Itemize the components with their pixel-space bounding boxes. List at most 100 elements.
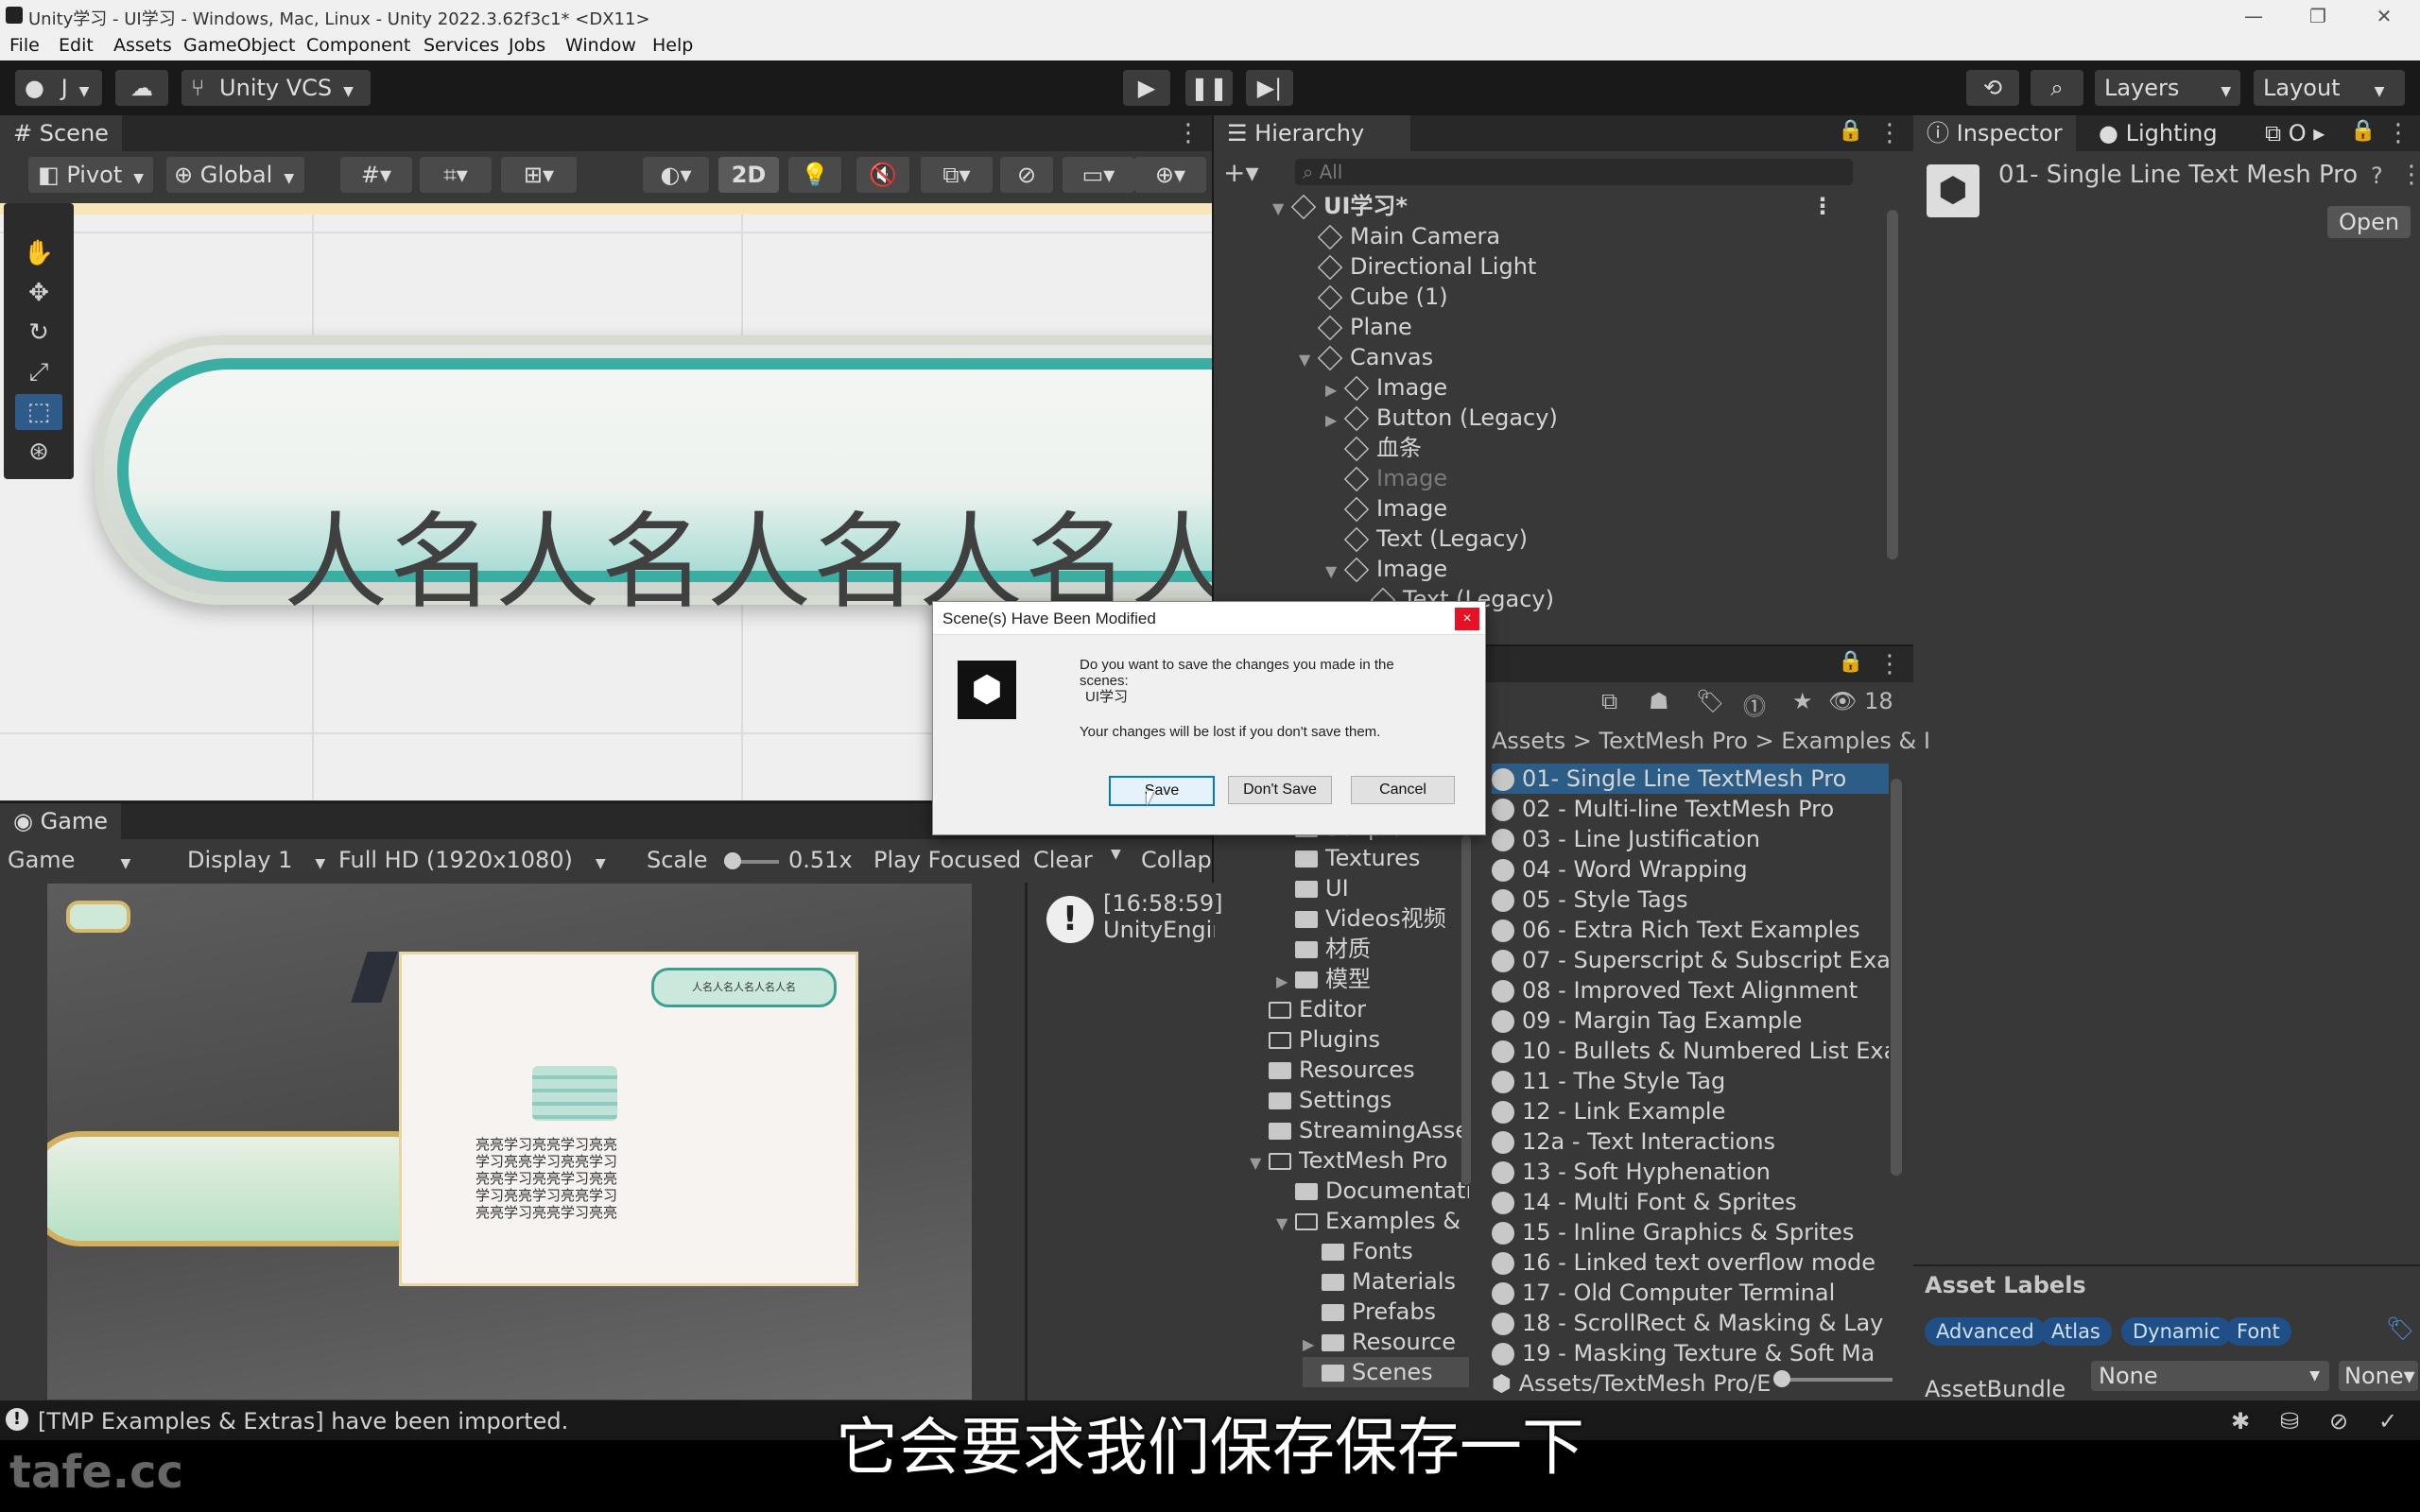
folder-scrollbar[interactable] xyxy=(1461,835,1471,1185)
asset-item[interactable]: 11 - The Style Tag xyxy=(1492,1066,1889,1096)
hierarchy-item[interactable]: Cube (1) xyxy=(1299,282,1448,312)
scene-menu-icon[interactable]: ⋮ xyxy=(1811,191,1834,221)
collapse-button[interactable]: Collap xyxy=(1141,847,1212,873)
breadcrumb-examples[interactable]: Examples & I xyxy=(1781,728,1930,754)
move-tool-icon[interactable]: ✥ xyxy=(15,275,62,311)
layout-dropdown[interactable]: Layout ▼ xyxy=(2254,70,2405,106)
variant-dropdown[interactable]: None▾ xyxy=(2339,1361,2418,1391)
game-mode-dropdown[interactable]: Game ▼ xyxy=(8,847,130,873)
menu-file[interactable]: File xyxy=(9,35,40,56)
help-icon[interactable]: ? xyxy=(2371,163,2383,189)
search-icon[interactable]: ⌕ xyxy=(2031,70,2083,106)
menu-assets[interactable]: Assets xyxy=(113,35,172,56)
maximize-icon[interactable]: ❐ xyxy=(2299,2,2337,30)
expand-arrow-icon[interactable]: ▶ xyxy=(1325,405,1344,436)
increment-snap-icon[interactable]: ⌗▾ xyxy=(420,157,492,193)
clear-dropdown-icon[interactable]: ▼ xyxy=(1111,847,1121,862)
asset-item[interactable]: 19 - Masking Texture & Soft Ma xyxy=(1492,1338,1889,1368)
hierarchy-item[interactable]: ▼ Image xyxy=(1325,554,1447,584)
add-object-icon[interactable]: +▾ xyxy=(1223,157,1270,188)
folder-item[interactable]: Plugins xyxy=(1250,1024,1380,1055)
draw-mode-icon[interactable]: ◐▾ xyxy=(643,157,709,193)
asset-item[interactable]: 10 - Bullets & Numbered List Exa xyxy=(1492,1036,1889,1066)
asset-item[interactable]: 02 - Multi-line TextMesh Pro xyxy=(1492,794,1889,824)
folder-item[interactable]: ▼ Examples & xyxy=(1276,1206,1461,1236)
hierarchy-item[interactable]: Image xyxy=(1325,463,1447,493)
gizmos-icon[interactable]: ⊕▾ xyxy=(1134,157,1206,193)
icon-size-slider[interactable] xyxy=(1779,1378,1893,1382)
expand-arrow-icon[interactable]: ▶ xyxy=(1276,967,1295,997)
pivot-dropdown[interactable]: ◧ Pivot ▼ xyxy=(28,157,153,193)
tab-hierarchy[interactable]: ☰ Hierarchy xyxy=(1214,115,1410,151)
asset-item[interactable]: 14 - Multi Font & Sprites xyxy=(1492,1187,1889,1217)
close-icon[interactable]: ✕ xyxy=(2365,2,2403,30)
expand-arrow-icon[interactable]: ▼ xyxy=(1299,345,1318,375)
visibility-icon[interactable]: 👁 18 xyxy=(1828,688,1893,714)
folder-item[interactable]: Materials xyxy=(1303,1266,1456,1297)
menu-edit[interactable]: Edit xyxy=(59,35,94,56)
log-time[interactable]: [16:58:59] xyxy=(1103,890,1223,917)
asset-item[interactable]: 12 - Link Example xyxy=(1492,1096,1889,1126)
grid-snap-icon[interactable]: #▾ xyxy=(340,157,412,193)
asset-item[interactable]: 12a - Text Interactions xyxy=(1492,1126,1889,1157)
menu-jobs[interactable]: Jobs xyxy=(509,35,545,56)
open-button[interactable]: Open xyxy=(2327,206,2411,238)
folder-item[interactable]: Textures xyxy=(1276,843,1420,873)
tab-inspector[interactable]: ⓘ Inspector xyxy=(1913,115,2076,151)
folder-item[interactable]: UI xyxy=(1276,873,1349,903)
hand-tool-icon[interactable]: ✋ xyxy=(15,235,62,271)
asset-item[interactable]: 04 - Word Wrapping xyxy=(1492,854,1889,885)
tab-other[interactable]: ⧉ O ▸ xyxy=(2259,115,2330,151)
label-chip-dynamic[interactable]: Dynamic xyxy=(2121,1317,2232,1346)
scene-search-icon[interactable]: ⧉ xyxy=(1601,688,1617,714)
dont-save-button[interactable]: Don't Save xyxy=(1228,776,1332,804)
asset-item[interactable]: 06 - Extra Rich Text Examples xyxy=(1492,915,1889,945)
folder-item[interactable]: Resources xyxy=(1250,1055,1415,1085)
hierarchy-item[interactable]: Text (Legacy) xyxy=(1325,524,1528,554)
hierarchy-item[interactable]: ▶ Button (Legacy) xyxy=(1325,403,1558,433)
tab-scene[interactable]: # Scene xyxy=(0,115,122,151)
menu-services[interactable]: Services xyxy=(424,35,499,56)
expand-arrow-icon[interactable]: ▼ xyxy=(1250,1148,1269,1178)
asset-item[interactable]: 17 - Old Computer Terminal xyxy=(1492,1278,1889,1308)
history-icon[interactable]: ⟲ xyxy=(1966,70,2019,106)
scale-tool-icon[interactable]: ⤢ xyxy=(15,354,62,390)
breadcrumb-textmeshpro[interactable]: TextMesh Pro xyxy=(1599,728,1747,754)
menu-help[interactable]: Help xyxy=(652,35,693,56)
menu-gameobject[interactable]: GameObject xyxy=(183,35,295,56)
asset-item[interactable]: 05 - Style Tags xyxy=(1492,885,1889,915)
folder-item[interactable]: Prefabs xyxy=(1303,1297,1436,1327)
clear-button[interactable]: Clear xyxy=(1033,847,1093,873)
folder-item[interactable]: ▶ 模型 xyxy=(1276,964,1371,994)
transform-tool-icon[interactable]: ⊛ xyxy=(15,434,62,470)
warning-filter-icon[interactable]: ⓵ xyxy=(1743,688,1766,721)
hierarchy-scrollbar[interactable] xyxy=(1887,210,1898,559)
cloud-icon[interactable]: ☁ xyxy=(115,70,168,106)
card-name-button[interactable]: 人名人名人名人名人名 xyxy=(651,968,837,1007)
log-message[interactable]: UnityEngin xyxy=(1103,917,1215,943)
audio-icon[interactable]: 🔇 xyxy=(856,157,909,193)
step-icon[interactable]: ▶| xyxy=(1246,70,1293,106)
display-dropdown[interactable]: Display 1 ▼ xyxy=(187,847,325,873)
account-dropdown[interactable]: ● J ▼ xyxy=(15,70,102,106)
tab-game[interactable]: ◉ Game xyxy=(0,803,122,839)
layers-dropdown[interactable]: Layers ▼ xyxy=(2095,70,2240,106)
folder-item[interactable]: Scenes xyxy=(1303,1357,1469,1387)
play-icon[interactable]: ▶ xyxy=(1123,70,1170,106)
hierarchy-menu-icon[interactable]: ⋮ xyxy=(1877,119,1902,147)
scene-menu-icon[interactable]: ⋮ xyxy=(1176,119,1201,147)
hierarchy-item[interactable]: ▼ UI学习* ⋮ xyxy=(1272,191,1834,221)
asset-scrollbar[interactable] xyxy=(1891,779,1902,1176)
rotate-tool-icon[interactable]: ↻ xyxy=(15,315,62,351)
inspector-lock-icon[interactable]: 🔒 xyxy=(2350,119,2376,143)
hidden-objects-icon[interactable]: ⊘ xyxy=(1000,157,1053,193)
folder-item[interactable]: Videos视频 xyxy=(1276,903,1446,934)
game-ui-card[interactable]: 人名人名人名人名人名 亮亮学习亮亮学习亮亮 学习亮亮学习亮亮学习 亮亮学习亮亮学… xyxy=(399,952,858,1286)
asset-menu-icon[interactable]: ⋮ xyxy=(2399,161,2420,189)
rect-tool-icon[interactable]: ⬚ xyxy=(15,394,62,430)
expand-arrow-icon[interactable]: ▶ xyxy=(1303,1330,1322,1360)
pause-icon[interactable]: ❚❚ xyxy=(1185,70,1233,106)
project-menu-icon[interactable]: ⋮ xyxy=(1877,650,1902,679)
vcs-dropdown[interactable]: ⑂ Unity VCS ▼ xyxy=(182,70,371,106)
menu-component[interactable]: Component xyxy=(306,35,410,56)
